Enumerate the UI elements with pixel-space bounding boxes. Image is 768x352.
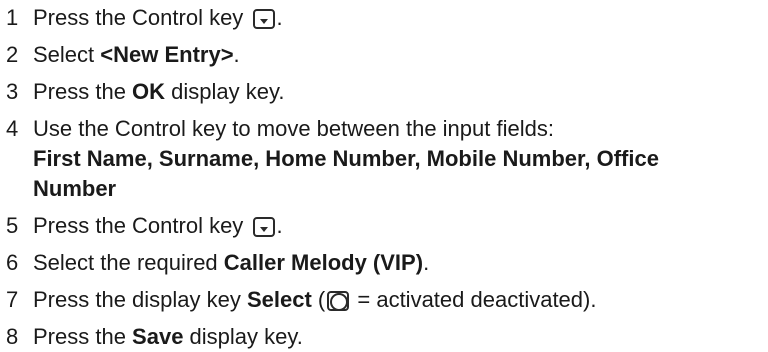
step-text: Press the Save display key. bbox=[33, 322, 762, 352]
step-text-part: Press the display key bbox=[33, 287, 247, 312]
step-3: 3 Press the OK display key. bbox=[6, 77, 762, 107]
step-text-part: . bbox=[233, 42, 240, 67]
control-key-icon bbox=[253, 9, 276, 29]
step-text-part: Press the Control key bbox=[33, 213, 250, 238]
step-4: 4 Use the Control key to move between th… bbox=[6, 114, 762, 204]
step-keyword: <New Entry> bbox=[100, 42, 234, 67]
step-text-part: . bbox=[423, 250, 430, 275]
step-text-part: display key. bbox=[165, 79, 285, 104]
step-text-part: = activated deactivated). bbox=[351, 287, 597, 312]
step-text: Press the display key Select ( = activat… bbox=[33, 285, 762, 315]
instruction-list: 1 Press the Control key . 2 Select <New … bbox=[6, 0, 762, 352]
step-2: 2 Select <New Entry>. bbox=[6, 40, 762, 70]
step-keyword: Caller Melody (VIP) bbox=[223, 250, 424, 275]
step-text: Use the Control key to move between the … bbox=[33, 114, 762, 204]
control-key-icon bbox=[253, 217, 276, 237]
step-keyword: Select bbox=[246, 287, 312, 312]
input-fields-list: Number bbox=[33, 176, 117, 201]
step-text: Press the OK display key. bbox=[33, 77, 762, 107]
step-text: Press the Control key . bbox=[33, 3, 762, 33]
step-8: 8 Press the Save display key. bbox=[6, 322, 762, 352]
step-number: 3 bbox=[6, 79, 19, 104]
step-text-part: ( bbox=[311, 287, 326, 312]
step-number: 5 bbox=[6, 213, 19, 238]
step-text-part: Press the bbox=[33, 79, 133, 104]
step-text-part: Select bbox=[33, 42, 101, 67]
step-number: 1 bbox=[6, 5, 19, 30]
step-text-part: . bbox=[276, 5, 283, 30]
step-text: Select the required Caller Melody (VIP). bbox=[33, 248, 762, 278]
step-text-part: Press the Control key bbox=[33, 5, 250, 30]
step-5: 5 Press the Control key . bbox=[6, 211, 762, 241]
step-number: 8 bbox=[6, 324, 19, 349]
step-keyword: Save bbox=[132, 324, 184, 349]
step-6: 6 Select the required Caller Melody (VIP… bbox=[6, 248, 762, 278]
radio-selected-icon bbox=[327, 291, 350, 311]
step-number: 6 bbox=[6, 250, 19, 275]
step-number: 7 bbox=[6, 287, 19, 312]
step-text: Press the Control key . bbox=[33, 211, 762, 241]
step-number: 2 bbox=[6, 42, 19, 67]
step-7: 7 Press the display key Select ( = activ… bbox=[6, 285, 762, 315]
step-text-part: Select the required bbox=[33, 250, 224, 275]
step-text: Select <New Entry>. bbox=[33, 40, 762, 70]
input-fields-list: First Name, Surname, Home Number, Mobile… bbox=[33, 146, 659, 171]
step-text-part: . bbox=[276, 213, 283, 238]
step-1: 1 Press the Control key . bbox=[6, 3, 762, 33]
step-text-part: display key. bbox=[183, 324, 303, 349]
step-text-part: Use the Control key to move between the … bbox=[33, 116, 554, 141]
step-number: 4 bbox=[6, 116, 19, 141]
step-text-part: Press the bbox=[33, 324, 133, 349]
step-keyword: OK bbox=[132, 79, 166, 104]
